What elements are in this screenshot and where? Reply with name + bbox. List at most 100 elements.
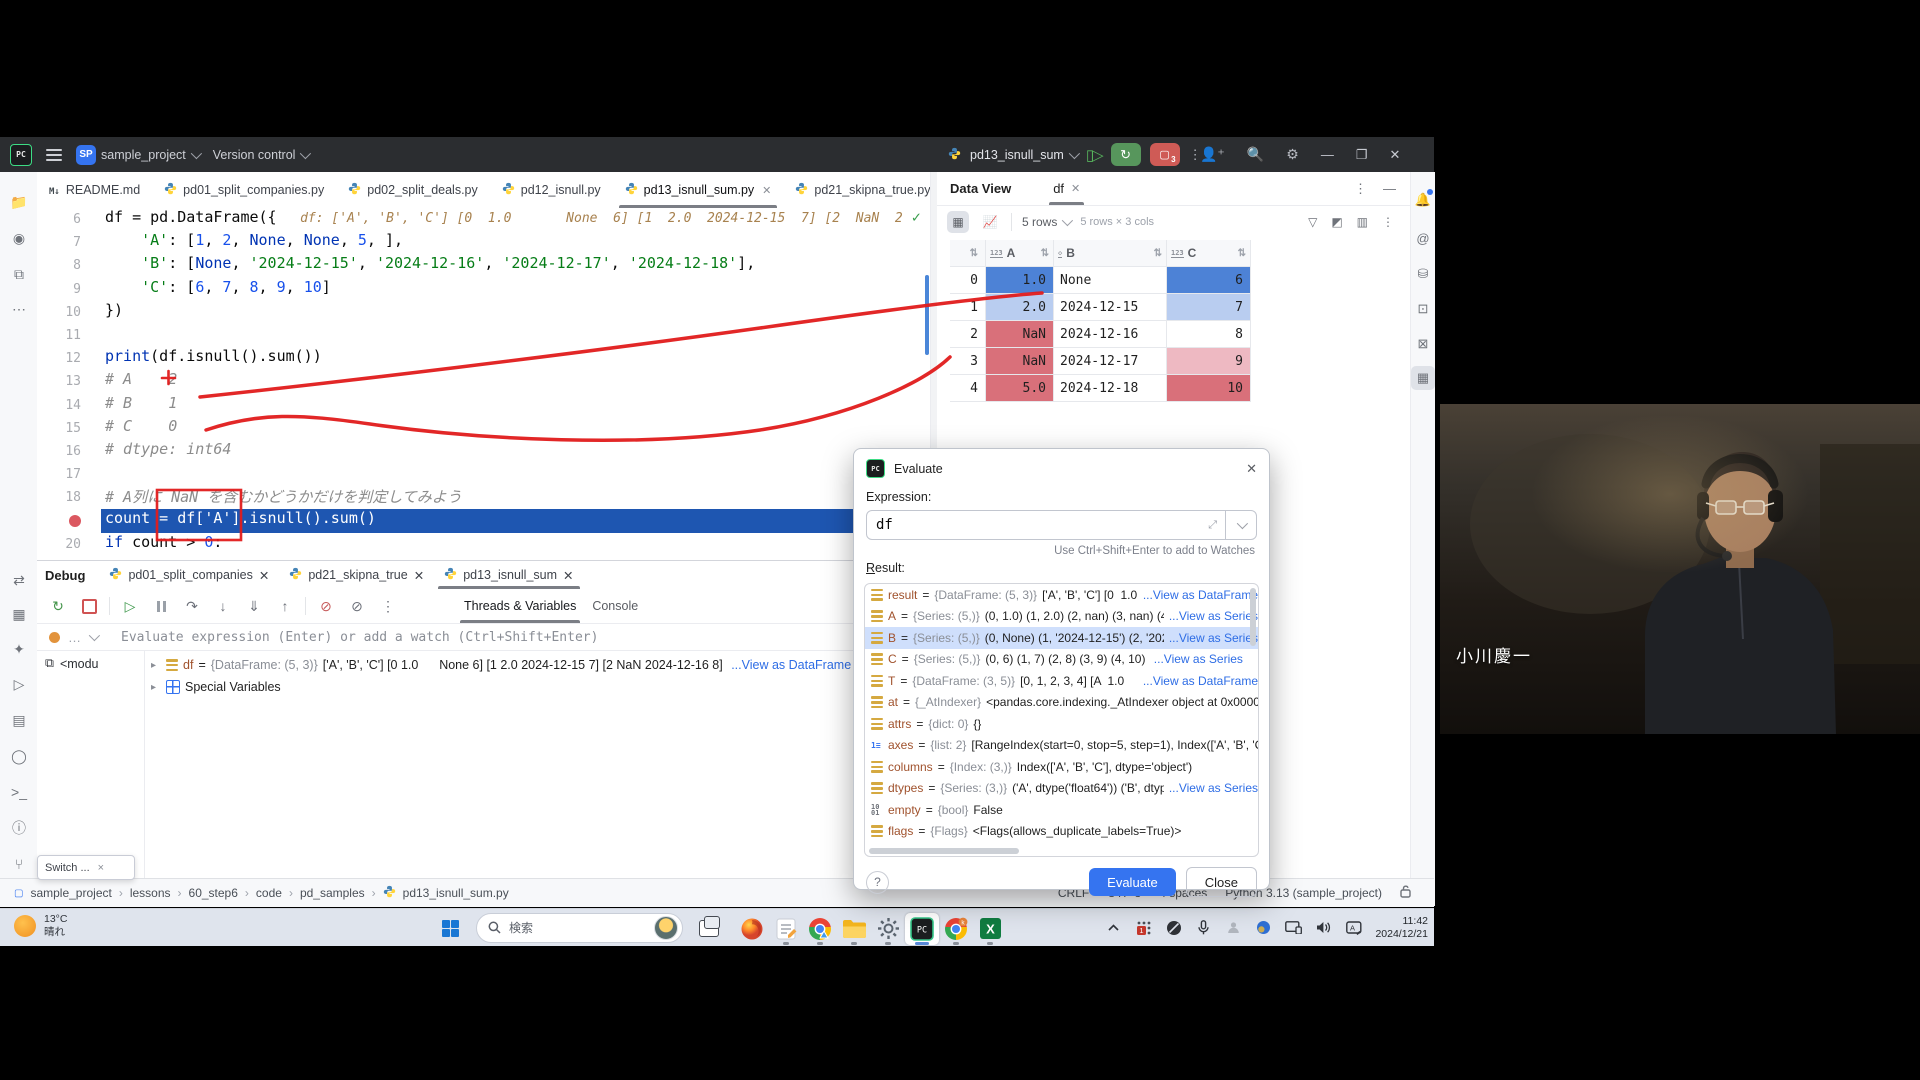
ai-assistant-icon[interactable]: ✦ [7,637,31,661]
more-options-kebab-icon[interactable]: ⋮ [1382,215,1394,229]
rerun-debug-button[interactable]: ↻ [1111,143,1141,166]
code-line-11[interactable]: 11 [37,324,930,347]
panel-options-kebab-icon[interactable]: ⋮ [1354,181,1367,197]
ime-input-icon[interactable]: A [1345,919,1362,936]
sort-icon[interactable]: ⇅ [1041,248,1049,259]
search-everywhere-icon[interactable]: 🔍 [1247,146,1264,163]
version-control-icon[interactable]: ⑂ [7,852,31,876]
columns-icon[interactable]: ▥ [1357,215,1368,229]
problems-icon[interactable]: ⓘ [7,816,31,840]
result-row-dtypes[interactable]: dtypes={Series: (3,)}('A', dtype('float6… [865,778,1258,800]
tab-pd02_split_deals.py[interactable]: pd02_split_deals.py [336,172,490,208]
table-row[interactable]: 01.0None6 [950,267,1251,294]
debug-session-tab-pd13_isnull_sum[interactable]: pd13_isnull_sum✕ [434,561,583,589]
step-out-button[interactable]: ↑ [274,595,296,617]
cell-A[interactable]: 5.0 [986,375,1054,402]
taskbar-search-input[interactable]: 検索 [476,913,683,943]
version-control-menu[interactable]: Version control [213,148,309,162]
tab-README.md[interactable]: M↓README.md [37,172,152,208]
database-icon[interactable]: ⛁ [1411,262,1435,286]
ai-assistant-icon[interactable]: @ [1411,226,1435,250]
chart-view-icon[interactable]: 📈 [979,211,1001,233]
close-icon[interactable]: ✕ [414,568,424,583]
result-row-flags[interactable]: flags={Flags}<Flags(allows_duplicate_lab… [865,821,1258,843]
window-restore-button[interactable]: ❐ [1356,147,1368,163]
search-daily-image[interactable] [654,916,678,940]
tree-expand-icon[interactable]: ▸ [151,660,161,671]
editor-gutter[interactable]: 13 [37,370,101,393]
view-as-link[interactable]: ...View as Series [1169,631,1258,645]
view-tab-console[interactable]: Console [584,589,646,623]
more-tools-icon[interactable]: ⋯ [7,297,31,321]
close-icon[interactable]: × [98,862,104,874]
debug-session-tab-pd21_skipna_true[interactable]: pd21_skipna_true✕ [279,561,434,589]
table-row[interactable]: 45.02024-12-1810 [950,375,1251,402]
result-row-axes[interactable]: 1≡axes={list: 2}[RangeIndex(start=0, sto… [865,735,1258,757]
code-line-10[interactable]: 10}) [37,301,930,324]
rerun-button[interactable]: ↻ [47,595,69,617]
data-view-tab-df[interactable]: df ✕ [1049,172,1084,205]
switch-popup[interactable]: Switch ... × [37,855,135,880]
view-as-link[interactable]: ...View as DataFrame [1143,674,1258,688]
dataframe-table[interactable]: ⇅123A⇅◇B⇅123C⇅01.0None612.02024-12-1572N… [950,240,1251,402]
cell-A[interactable]: 1.0 [986,267,1054,294]
cell-C[interactable]: 10 [1167,375,1251,402]
resume-button[interactable]: ▷ [119,595,141,617]
breakpoint-icon[interactable] [69,515,81,527]
view-breakpoints-button[interactable]: ⊘ [315,595,337,617]
heatmap-color-icon[interactable]: ◩ [1331,215,1342,229]
run-icon[interactable]: ▷ [7,672,31,696]
window-close-button[interactable]: ✕ [1389,147,1400,163]
variables-tree[interactable]: ▸df={DataFrame: (5, 3)}['A', 'B', 'C'] [… [145,650,930,879]
result-row-columns[interactable]: columns={Index: (3,)}Index(['A', 'B', 'C… [865,756,1258,778]
cell-B[interactable]: None [1054,267,1167,294]
code-line-14[interactable]: 14# B 1 [37,394,930,417]
code-with-me-icon[interactable]: 👤⁺ [1200,146,1225,163]
tray-meeting-badge-icon[interactable]: 1 [1135,919,1152,936]
sort-icon[interactable]: ⇅ [1154,248,1162,259]
result-tree[interactable]: result={DataFrame: (5, 3)}['A', 'B', 'C'… [864,583,1259,857]
result-horizontal-scrollbar[interactable] [869,848,1019,854]
microphone-icon[interactable] [1195,919,1212,936]
taskbar-app-excel[interactable]: X [973,913,1007,945]
cell-A[interactable]: NaN [986,348,1054,375]
mute-breakpoints-button[interactable]: ⊘ [346,595,368,617]
taskbar-weather-widget[interactable]: 13°C 晴れ [14,913,67,939]
tab-pd01_split_companies.py[interactable]: pd01_split_companies.py [152,172,336,208]
taskbar-app-chrome-profile[interactable]: k [939,913,973,945]
tab-pd21_skipna_true.py[interactable]: pd21_skipna_true.py [783,172,942,208]
column-header-index[interactable]: ⇅ [950,240,986,267]
tray-presence-icon[interactable] [1225,919,1242,936]
column-header-B[interactable]: ◇B⇅ [1054,240,1167,267]
start-button[interactable] [433,913,467,945]
expression-input[interactable]: df ⤢ [866,510,1257,540]
cell-B[interactable]: 2024-12-16 [1054,321,1167,348]
result-row-at[interactable]: at={_AtIndexer}<pandas.core.indexing._At… [865,692,1258,714]
project-folder-icon[interactable]: 📁 [7,190,31,214]
column-header-A[interactable]: 123A⇅ [986,240,1054,267]
stop-button[interactable]: ▢3 [1150,143,1180,166]
cell-B[interactable]: 2024-12-17 [1054,348,1167,375]
editor-gutter[interactable]: 20 [37,533,101,556]
table-view-icon[interactable]: ▦ [947,211,969,233]
code-line-7[interactable]: 7 'A': [1, 2, None, None, 5, ], [37,231,930,254]
editor-gutter[interactable]: 12 [37,347,101,370]
taskbar-app-explorer[interactable] [837,913,871,945]
breadcrumb-item[interactable]: lessons [130,886,171,900]
cell-index[interactable]: 3 [950,348,986,375]
volume-icon[interactable] [1315,919,1332,936]
filter-icon[interactable]: ▽ [1308,215,1317,229]
debug-more-kebab-icon[interactable]: ⋮ [377,595,399,617]
editor-gutter[interactable]: 17 [37,463,101,486]
table-row[interactable]: 2NaN2024-12-168 [950,321,1251,348]
settings-gear-icon[interactable]: ⚙ [1286,146,1299,163]
frame-label[interactable]: <modu [60,657,99,671]
cell-C[interactable]: 8 [1167,321,1251,348]
watch-expression-input[interactable]: Evaluate expression (Enter) or add a wat… [121,630,598,645]
expression-history-dropdown[interactable] [1225,511,1256,539]
editor-gutter[interactable]: 14 [37,394,101,417]
close-icon[interactable]: ✕ [762,184,771,197]
view-as-link[interactable]: ...View as Series [1154,652,1243,666]
cell-index[interactable]: 0 [950,267,986,294]
taskbar-clock[interactable]: 11:42 2024/12/21 [1375,915,1428,941]
